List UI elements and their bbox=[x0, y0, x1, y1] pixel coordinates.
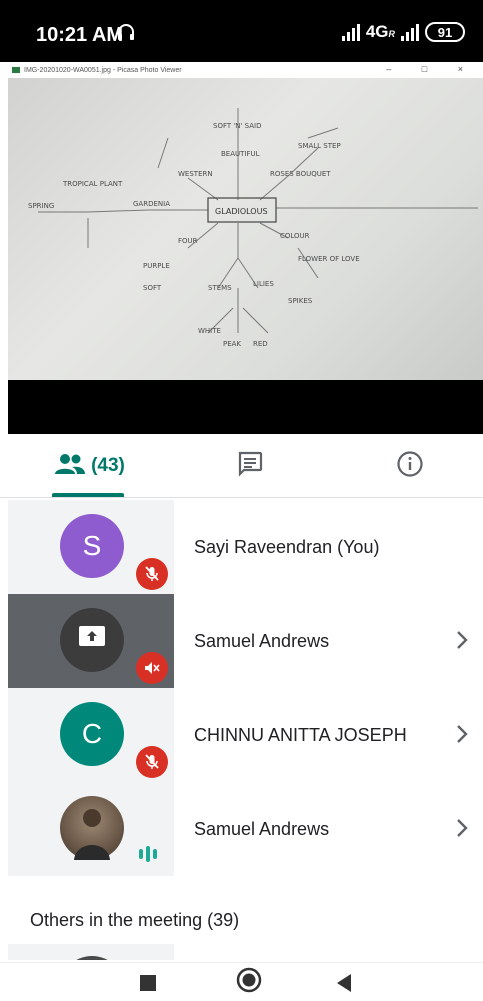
svg-text:SOFT 'N' SAID: SOFT 'N' SAID bbox=[213, 122, 261, 130]
mic-off-icon bbox=[136, 558, 168, 590]
tab-chat[interactable] bbox=[210, 434, 290, 498]
participant-tile bbox=[8, 782, 174, 876]
mind-map-image: GLADIOLOUS SOFT 'N' SAID BEAUTIFUL WESTE… bbox=[8, 78, 483, 380]
svg-text:FLOWER OF LOVE: FLOWER OF LOVE bbox=[298, 255, 360, 263]
signal-icon-2 bbox=[401, 23, 419, 41]
network-type: 4GR bbox=[365, 22, 395, 41]
chevron-right-icon[interactable] bbox=[455, 817, 469, 844]
participant-name: Samuel Andrews bbox=[194, 818, 330, 839]
svg-text:WHITE: WHITE bbox=[198, 327, 221, 335]
speaking-indicator-icon bbox=[139, 846, 157, 862]
svg-text:SOFT: SOFT bbox=[143, 284, 162, 292]
others-section-title: Others in the meeting (39) bbox=[30, 910, 240, 930]
svg-text:PEAK: PEAK bbox=[223, 340, 241, 348]
signal-icon bbox=[341, 23, 360, 41]
photo-viewer-title: IMG-20201020-WA0051.jpg - Picasa Photo V… bbox=[24, 66, 182, 74]
back-button[interactable] bbox=[336, 973, 352, 998]
avatar: S bbox=[60, 514, 124, 578]
participant-name: Samuel Andrews bbox=[194, 630, 330, 651]
window-controls: – □ × bbox=[386, 64, 477, 74]
svg-text:STEMS: STEMS bbox=[208, 284, 232, 292]
people-count: (43) bbox=[91, 455, 125, 476]
mind-map-center: GLADIOLOUS bbox=[215, 207, 268, 216]
svg-text:ROSES BOUQUET: ROSES BOUQUET bbox=[270, 170, 331, 178]
participant-tile-partial[interactable] bbox=[8, 944, 174, 960]
present-screen-icon bbox=[77, 624, 107, 657]
info-icon bbox=[396, 450, 424, 483]
photo-viewer-icon bbox=[12, 67, 20, 73]
participant-tile: S bbox=[8, 500, 174, 594]
svg-text:LILIES: LILIES bbox=[253, 280, 274, 288]
participant-row[interactable]: Samuel Andrews bbox=[0, 594, 483, 688]
svg-text:COLOUR: COLOUR bbox=[280, 232, 310, 240]
home-button[interactable] bbox=[236, 967, 262, 998]
android-nav-bar bbox=[0, 962, 483, 1001]
mic-off-icon bbox=[136, 746, 168, 778]
svg-text:PURPLE: PURPLE bbox=[143, 262, 170, 270]
svg-text:SPRING: SPRING bbox=[28, 202, 54, 210]
status-indicators: 4GR 91 bbox=[341, 22, 465, 42]
participant-row[interactable]: C CHINNU ANITTA JOSEPH bbox=[0, 688, 483, 782]
participant-row[interactable]: S Sayi Raveendran (You) bbox=[0, 500, 483, 594]
tabs-divider bbox=[0, 497, 483, 498]
battery-icon: 91 bbox=[425, 22, 465, 42]
avatar-photo bbox=[60, 796, 124, 860]
headset-icon bbox=[116, 22, 136, 47]
svg-text:TROPICAL PLANT: TROPICAL PLANT bbox=[62, 180, 123, 188]
chevron-right-icon[interactable] bbox=[455, 629, 469, 656]
tab-people[interactable]: (43) bbox=[40, 434, 140, 498]
photo-viewer-titlebar: IMG-20201020-WA0051.jpg - Picasa Photo V… bbox=[8, 62, 483, 78]
avatar: C bbox=[60, 702, 124, 766]
participant-name: CHINNU ANITTA JOSEPH bbox=[194, 724, 407, 745]
people-icon bbox=[55, 453, 86, 480]
svg-text:WESTERN: WESTERN bbox=[178, 170, 213, 178]
tab-info[interactable] bbox=[370, 434, 450, 498]
participant-name: Sayi Raveendran (You) bbox=[194, 536, 380, 557]
chat-icon bbox=[236, 450, 264, 483]
shared-screen: IMG-20201020-WA0051.jpg - Picasa Photo V… bbox=[8, 62, 483, 434]
participant-tile bbox=[8, 594, 174, 688]
svg-text:BEAUTIFUL: BEAUTIFUL bbox=[221, 150, 260, 158]
chevron-right-icon[interactable] bbox=[455, 723, 469, 750]
svg-text:FOUR: FOUR bbox=[178, 237, 198, 245]
svg-text:RED: RED bbox=[253, 340, 268, 348]
svg-text:GARDENIA: GARDENIA bbox=[133, 200, 170, 208]
volume-off-icon bbox=[136, 652, 168, 684]
avatar bbox=[60, 608, 124, 672]
status-time: 10:21 AM bbox=[36, 24, 124, 46]
svg-text:SMALL STEP: SMALL STEP bbox=[298, 142, 341, 150]
recents-button[interactable] bbox=[140, 975, 156, 996]
participant-tile: C bbox=[8, 688, 174, 782]
svg-text:SPIKES: SPIKES bbox=[288, 297, 313, 305]
participant-row[interactable]: Samuel Andrews bbox=[0, 782, 483, 876]
status-bar: 10:21 AM 4GR 91 bbox=[0, 0, 483, 62]
meeting-tabs: (43) bbox=[0, 434, 483, 498]
